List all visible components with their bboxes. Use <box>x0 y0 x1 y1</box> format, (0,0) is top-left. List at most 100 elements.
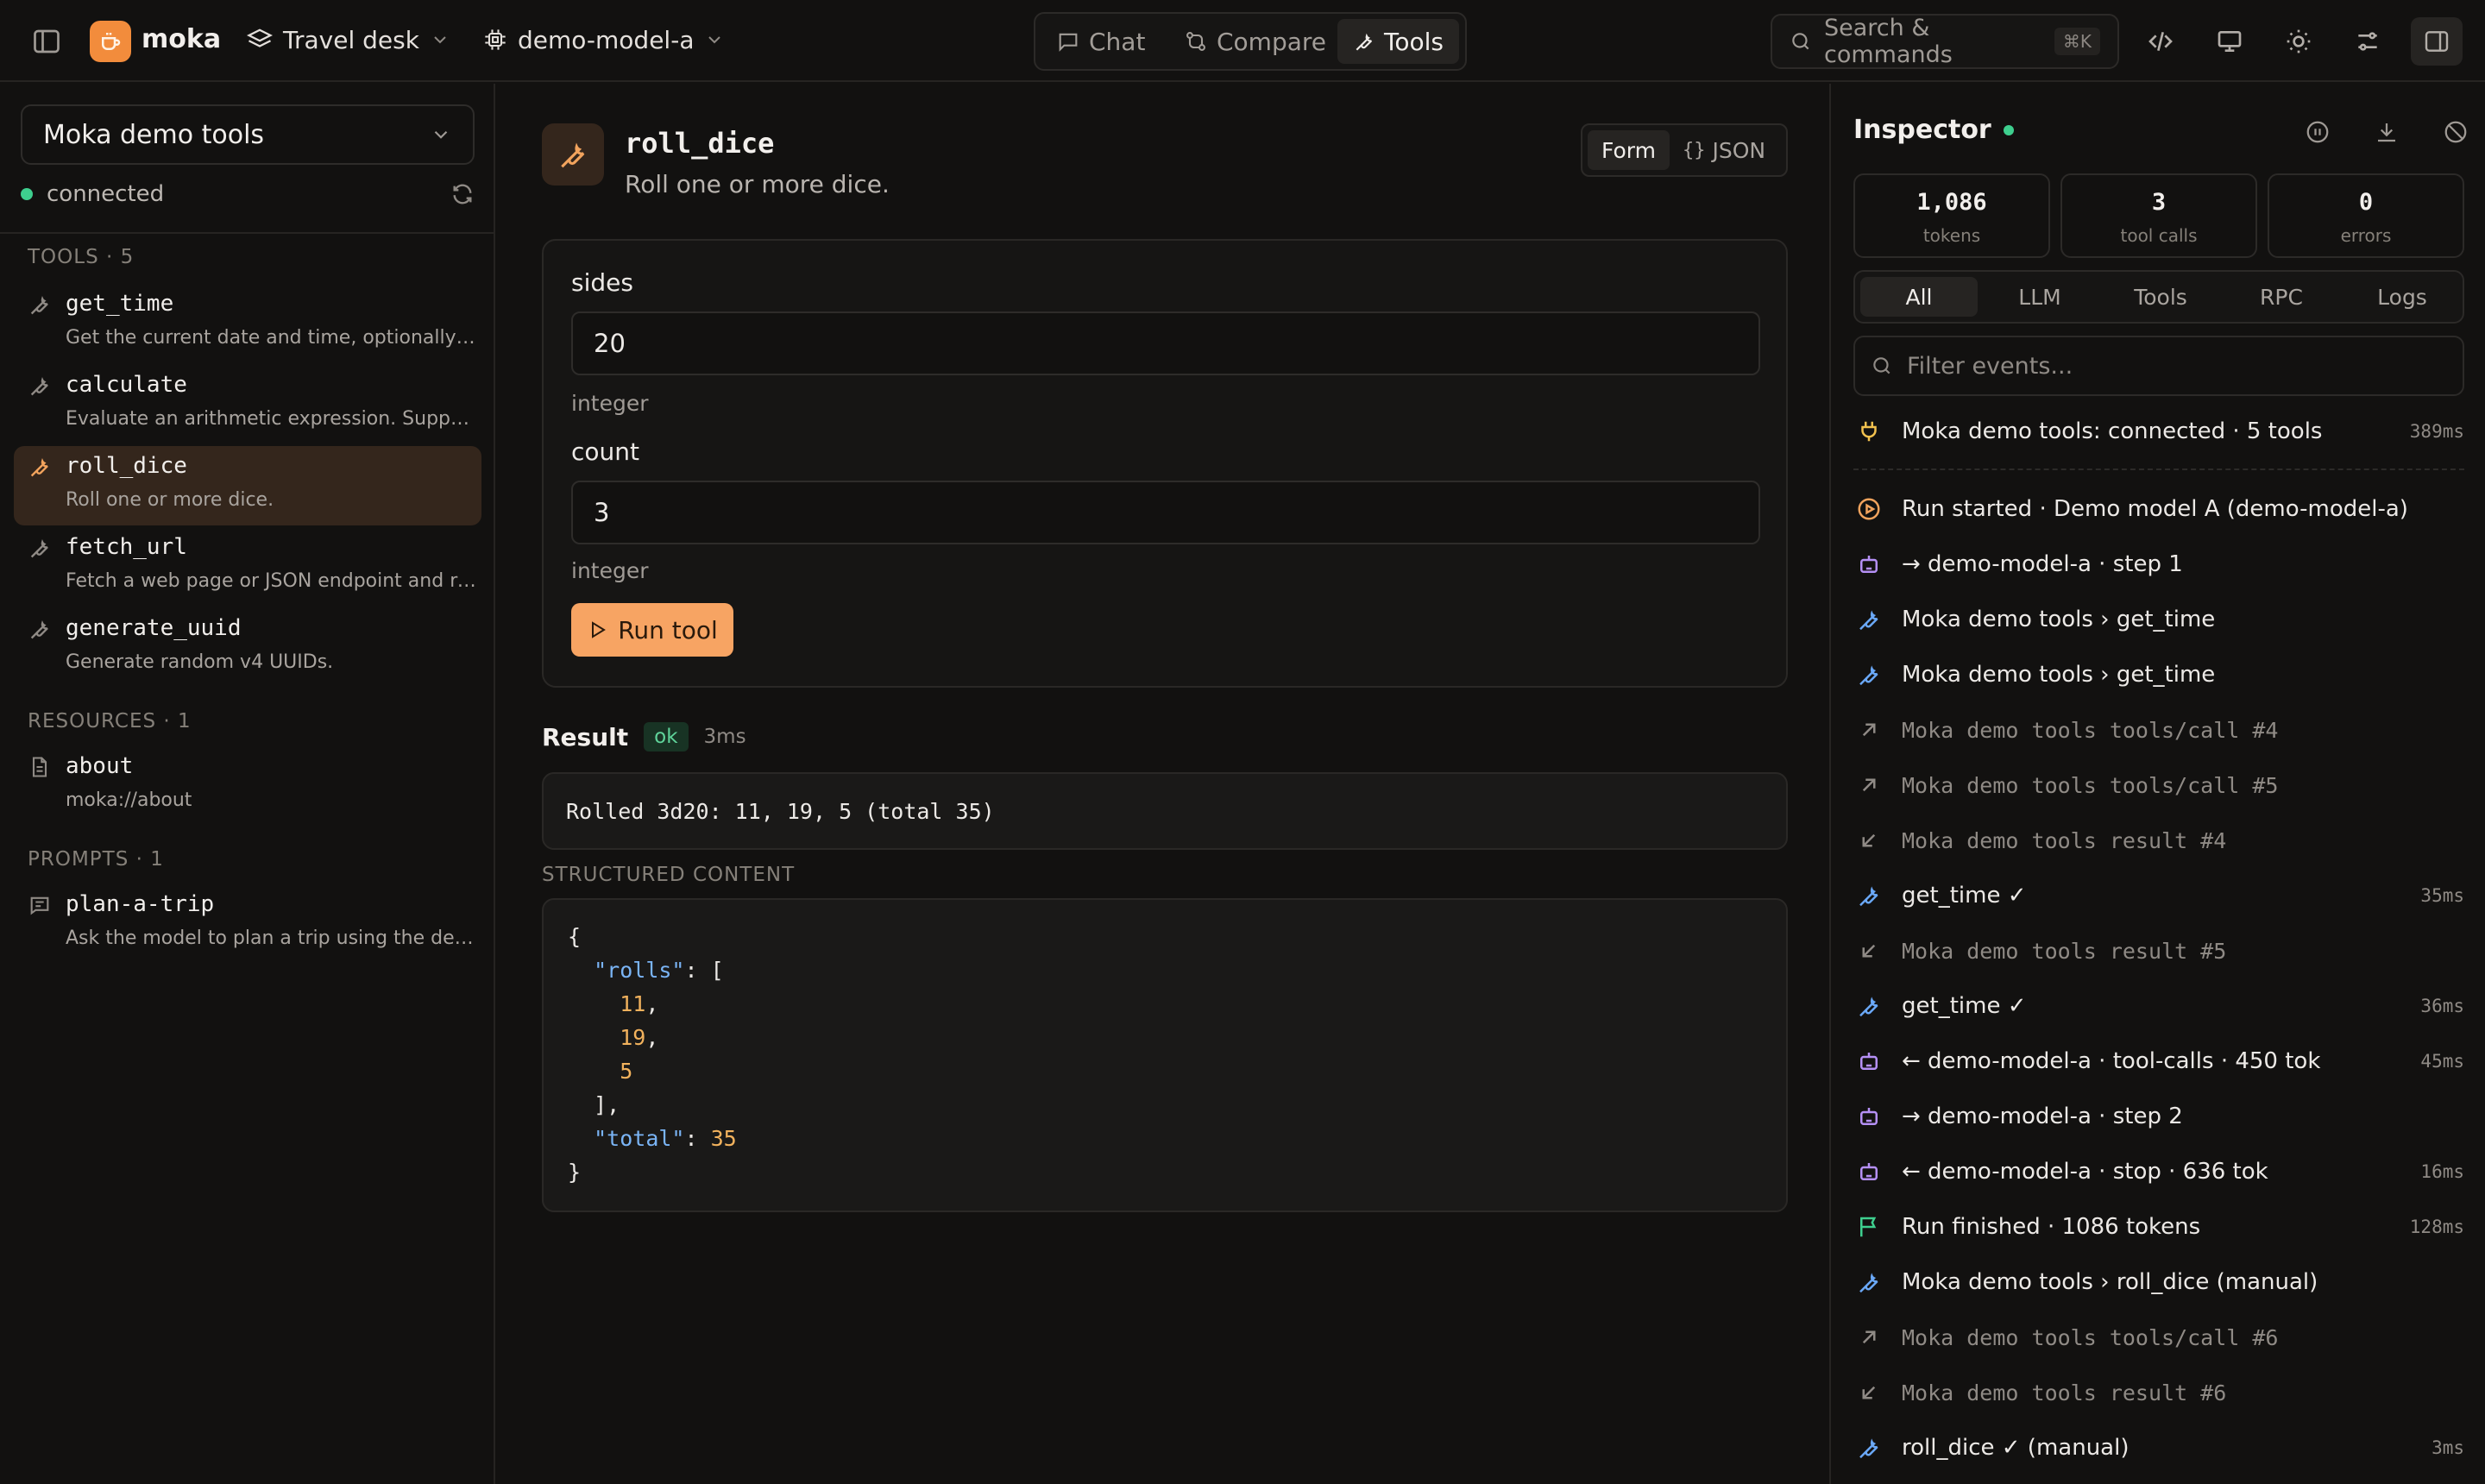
tab-chat[interactable]: Chat <box>1041 19 1161 64</box>
event-row[interactable]: Moka demo tools › roll_dice (manual) <box>1853 1259 2464 1305</box>
filter-tab-tools[interactable]: Tools <box>2102 277 2219 317</box>
tab-tools[interactable]: Tools <box>1337 19 1459 64</box>
event-row[interactable]: Moka demo tools tools/call #6 <box>1853 1314 2464 1361</box>
event-row[interactable]: → demo-model-a · step 2 <box>1853 1093 2464 1140</box>
event-row[interactable]: Moka demo tools result #5 <box>1853 928 2464 974</box>
event-row[interactable]: Moka demo tools: connected · 5 tools 389m… <box>1853 408 2464 455</box>
event-text: roll_dice ✓ (manual) <box>1902 1435 2130 1461</box>
json-mode-button[interactable]: {} JSON <box>1669 130 1779 170</box>
model-selector[interactable]: demo-model-a <box>483 19 725 60</box>
prompt-item-plan-a-trip[interactable]: plan-a-trip Ask the model to plan a trip… <box>14 884 481 964</box>
tool-item-calculate[interactable]: calculate Evaluate an arithmetic express… <box>14 365 481 444</box>
tab-compare[interactable]: Compare <box>1168 19 1342 64</box>
prompt-desc: Ask the model to plan a trip using the d… <box>66 928 480 949</box>
live-dot <box>2003 124 2014 135</box>
clear-icon[interactable] <box>2438 115 2473 149</box>
chat-icon <box>1056 29 1080 53</box>
presentation-icon[interactable] <box>2211 22 2249 60</box>
event-row[interactable]: Moka demo tools tools/call #4 <box>1853 707 2464 753</box>
settings-sliders-icon[interactable] <box>2349 22 2387 60</box>
resource-uri: moka://about <box>66 789 192 811</box>
tool-description: Roll one or more dice. <box>625 170 890 198</box>
tool-desc: Fetch a web page or JSON endpoint and re… <box>66 570 480 592</box>
tab-label: Compare <box>1217 27 1327 56</box>
resource-item-about[interactable]: about moka://about <box>14 746 481 826</box>
event-filter-input[interactable]: Filter events... <box>1853 336 2464 396</box>
stat-errors: 0 errors <box>2268 173 2464 258</box>
wrench-icon <box>1853 880 1884 911</box>
field-type-hint: integer <box>571 558 649 583</box>
code-icon[interactable] <box>2142 22 2180 60</box>
event-row[interactable]: Moka demo tools result #6 <box>1853 1369 2464 1416</box>
json-punct: ], <box>594 1092 620 1117</box>
prompt-name: plan-a-trip <box>66 891 215 917</box>
wrench-icon <box>542 123 604 186</box>
result-label: Result <box>542 722 629 751</box>
event-text: Moka demo tools result #4 <box>1902 827 2227 853</box>
filter-tab-rpc[interactable]: RPC <box>2223 277 2340 317</box>
server-select[interactable]: Moka demo tools <box>21 104 475 165</box>
tool-name: roll_dice <box>66 453 187 479</box>
filter-tab-llm[interactable]: LLM <box>1981 277 2098 317</box>
tool-name: fetch_url <box>66 534 187 560</box>
event-text: Moka demo tools result #5 <box>1902 938 2227 964</box>
json-open: { <box>568 924 582 949</box>
tool-item-roll-dice[interactable]: roll_dice Roll one or more dice. <box>14 446 481 525</box>
wrench-icon <box>28 455 52 479</box>
event-text: → demo-model-a · step 2 <box>1902 1104 2183 1129</box>
refresh-icon[interactable] <box>450 182 475 206</box>
tool-item-generate-uuid[interactable]: generate_uuid Generate random v4 UUIDs. <box>14 608 481 688</box>
search-placeholder: Search & commands <box>1824 15 1953 68</box>
event-row[interactable]: → demo-model-a · step 1 <box>1853 541 2464 588</box>
stat-value: 0 <box>2358 189 2374 216</box>
count-input[interactable]: 3 <box>571 481 1760 544</box>
run-tool-button[interactable]: Run tool <box>571 603 733 657</box>
event-row[interactable]: Moka demo tools › get_time <box>1853 596 2464 643</box>
tab-label: Tools <box>1384 27 1444 56</box>
stat-value: 3 <box>2151 189 2167 216</box>
tool-detail: roll_dice Roll one or more dice. Form {}… <box>497 84 1829 1484</box>
workspace-selector[interactable]: Travel desk <box>247 19 450 60</box>
event-row[interactable]: Moka demo tools › get_time <box>1853 651 2464 698</box>
bot-icon <box>1853 1046 1884 1077</box>
event-row[interactable]: ← demo-model-a · stop · 636 tok 16ms <box>1853 1148 2464 1195</box>
event-duration: 45ms <box>2420 1051 2464 1072</box>
form-mode-button[interactable]: Form <box>1588 130 1670 170</box>
tool-item-get-time[interactable]: get_time Get the current date and time, … <box>14 284 481 363</box>
event-duration: 35ms <box>2420 885 2464 906</box>
braces-icon: {} <box>1683 139 1706 161</box>
layers-icon <box>247 27 273 53</box>
sun-icon[interactable] <box>2280 22 2318 60</box>
event-row[interactable]: Moka demo tools result #4 <box>1853 817 2464 864</box>
event-row[interactable]: roll_dice ✓ (manual) 3ms <box>1853 1424 2464 1471</box>
tab-label: Chat <box>1089 27 1146 56</box>
download-icon[interactable] <box>2369 115 2404 149</box>
divider <box>1853 468 2464 470</box>
wrench-icon <box>1853 990 1884 1022</box>
event-row[interactable]: Moka demo tools tools/call #5 <box>1853 762 2464 808</box>
filter-tab-all[interactable]: All <box>1860 277 1978 317</box>
command-search[interactable]: Search & commands ⌘K <box>1771 14 2119 69</box>
pause-icon[interactable] <box>2300 115 2335 149</box>
event-row[interactable]: Run finished · 1086 tokens 128ms <box>1853 1204 2464 1250</box>
inspector-panel-icon[interactable] <box>2411 17 2463 66</box>
event-text: Moka demo tools tools/call #6 <box>1902 1324 2279 1350</box>
tool-desc: Get the current date and time, optionall… <box>66 327 480 349</box>
event-row[interactable]: ← demo-model-a · tool-calls · 450 tok 45m… <box>1853 1038 2464 1085</box>
plug-icon <box>1853 416 1884 447</box>
resources-section-header: RESOURCES · 1 <box>28 710 192 733</box>
event-row[interactable]: Run started · Demo model A (demo-model-a… <box>1853 486 2464 532</box>
event-row[interactable]: get_time ✓ 35ms <box>1853 872 2464 919</box>
event-row[interactable]: get_time ✓ 36ms <box>1853 983 2464 1029</box>
tool-item-fetch-url[interactable]: fetch_url Fetch a web page or JSON endpo… <box>14 527 481 607</box>
sides-input[interactable]: 20 <box>571 311 1760 375</box>
filter-tab-logs[interactable]: Logs <box>2343 277 2461 317</box>
json-rolls-line: "rolls": [ <box>568 958 724 983</box>
tool-title: roll_dice <box>625 127 775 160</box>
run-label: Run tool <box>618 615 718 645</box>
stat-tool-calls: 3 tool calls <box>2060 173 2257 258</box>
event-text: Run started · Demo model A (demo-model-a… <box>1902 496 2408 522</box>
sidebar-toggle-icon[interactable] <box>31 26 66 57</box>
event-text: ← demo-model-a · stop · 636 tok <box>1902 1159 2268 1185</box>
event-text: Run finished · 1086 tokens <box>1902 1214 2201 1240</box>
